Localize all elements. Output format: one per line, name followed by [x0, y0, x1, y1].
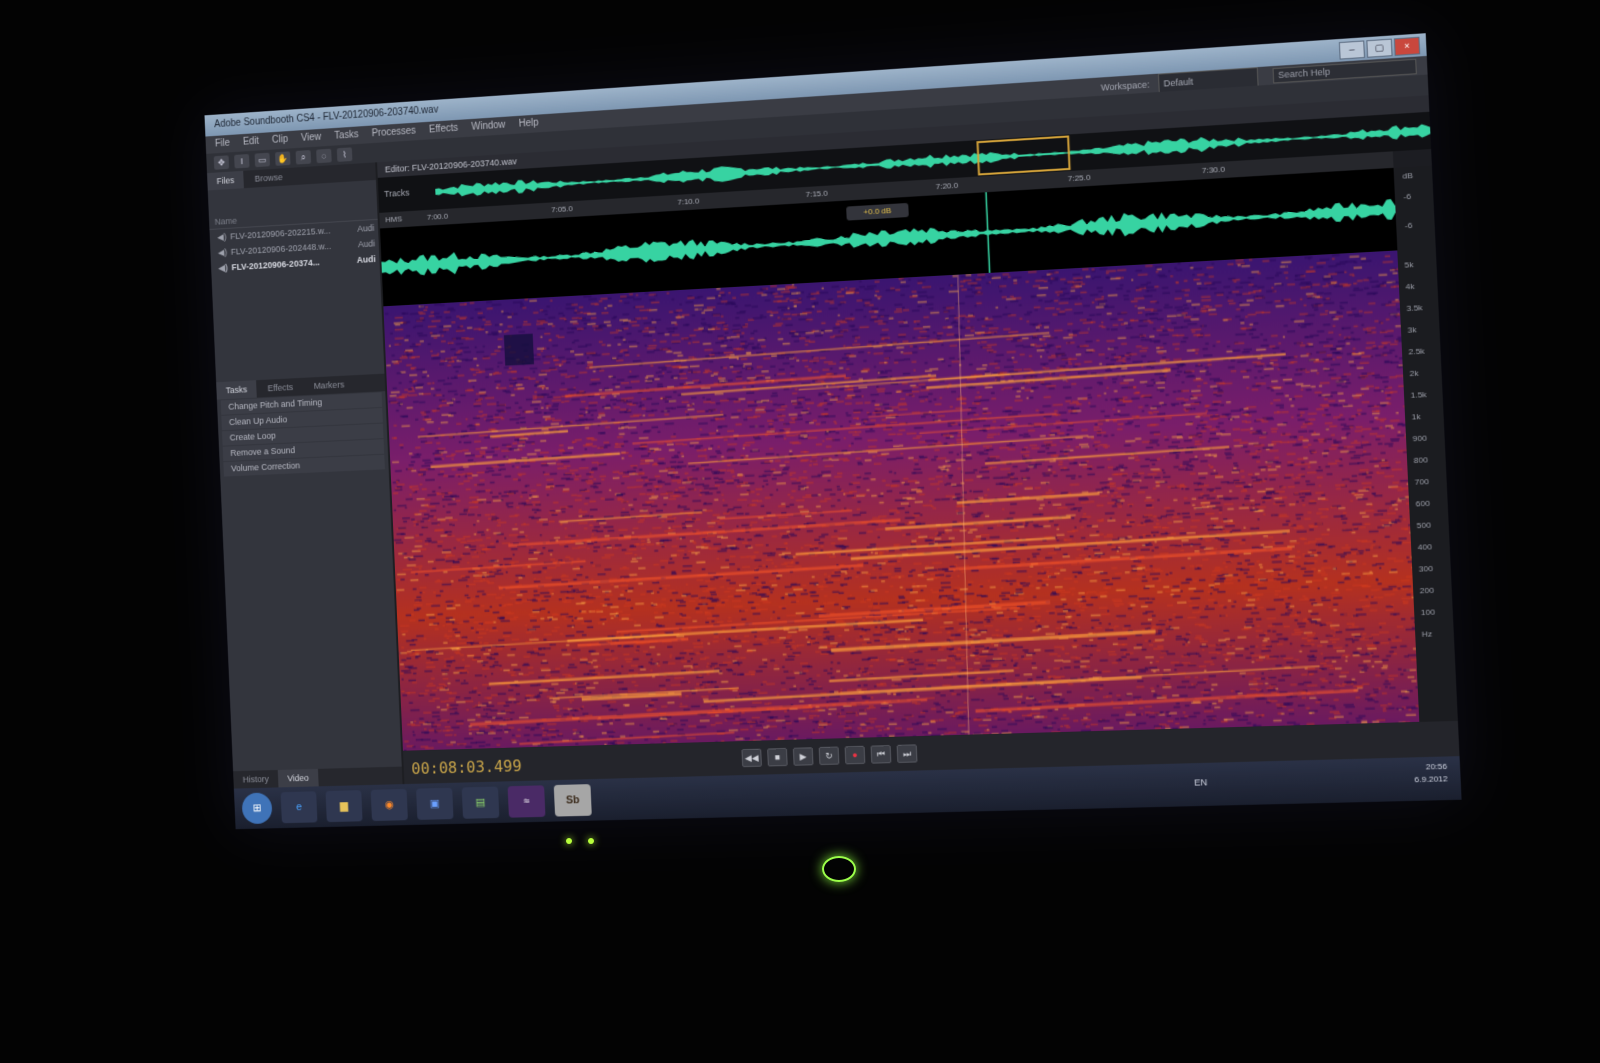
close-button[interactable]: × [1393, 36, 1421, 56]
freq-tick: 400 [1417, 542, 1433, 552]
move-tool-icon[interactable]: ✥ [213, 155, 230, 170]
workspace-label: Workspace: [1100, 79, 1150, 93]
freq-tick: 600 [1415, 498, 1431, 509]
marquee-tool-icon[interactable]: ▭ [254, 152, 271, 168]
internet-explorer-icon[interactable]: e [280, 791, 318, 824]
freq-tick: Hz [1421, 629, 1433, 639]
record-icon[interactable]: ● [844, 745, 866, 765]
freq-tick: 700 [1414, 476, 1430, 487]
freq-tick: 300 [1418, 563, 1434, 574]
tab-markers[interactable]: Markers [304, 375, 354, 395]
tab-effects[interactable]: Effects [258, 378, 303, 398]
hud-value: +0.0 dB [863, 205, 892, 217]
tab-files[interactable]: Files [207, 170, 244, 191]
spectrogram-canvas [383, 250, 1420, 751]
speaker-icon: ◀) [218, 262, 228, 273]
transport-controls: ◀◀ ■ ▶ ↻ ● ⏮ ⏭ [741, 744, 918, 768]
soundbooth-icon[interactable]: Sb [553, 784, 592, 817]
maximize-button[interactable]: ▢ [1366, 38, 1393, 58]
spectral-frequency-display[interactable] [383, 250, 1420, 751]
freq-tick: 500 [1416, 520, 1432, 531]
freq-tick: 800 [1413, 455, 1429, 466]
status-led [566, 838, 572, 844]
skip-back-icon[interactable]: ⏮ [870, 745, 892, 764]
tracks-label: Tracks [383, 187, 410, 199]
folder-icon[interactable]: ▆ [325, 790, 363, 823]
clock-time: 20:56 [1425, 761, 1448, 772]
tab-tasks[interactable]: Tasks [216, 380, 257, 400]
menu-clip[interactable]: Clip [272, 131, 289, 149]
menu-file[interactable]: File [215, 135, 231, 153]
monitor-screen: Adobe Soundbooth CS4 - FLV-20120906-2037… [204, 33, 1462, 830]
hms-label: HMS [385, 214, 403, 225]
db-label: dB [1402, 170, 1414, 181]
time-select-tool-icon[interactable]: I [234, 154, 250, 169]
brush-tool-icon[interactable]: ⌇ [336, 147, 353, 162]
freq-tick: 4k [1405, 281, 1415, 292]
start-orb-icon[interactable]: ⊞ [241, 792, 273, 825]
ruler-tick: 7:30.0 [1201, 164, 1226, 176]
zoom-tool-icon[interactable]: ⌕ [295, 150, 312, 165]
ruler-tick: 7:25.0 [1067, 172, 1091, 184]
status-led [588, 838, 594, 844]
speaker-icon: ◀) [217, 231, 227, 243]
loop-icon[interactable]: ↻ [818, 746, 840, 766]
ruler-tick: 7:10.0 [677, 196, 700, 207]
stop-icon[interactable]: ■ [767, 747, 788, 767]
file-kind: Audi [357, 222, 375, 234]
power-button[interactable] [822, 856, 856, 882]
db-tick: -6 [1403, 191, 1412, 202]
play-icon[interactable]: ▶ [792, 747, 814, 766]
freq-tick: 5k [1404, 259, 1414, 270]
file-kind: Audi [356, 254, 376, 265]
db-tick: -6 [1404, 220, 1413, 231]
floppy-save-icon[interactable]: ▣ [416, 787, 454, 820]
editor-panel: Editor: FLV-20120906-203740.wav Tracks H… [377, 95, 1460, 785]
hand-tool-icon[interactable]: ✋ [275, 151, 291, 166]
lasso-tool-icon[interactable]: ◌ [316, 148, 332, 164]
freq-tick: 1.5k [1410, 389, 1427, 400]
file-name: FLV-20120906-20374... [231, 257, 320, 273]
clock-date: 6.9.2012 [1414, 774, 1448, 785]
app-icon[interactable]: ▤ [461, 786, 500, 819]
freq-tick: 3k [1407, 325, 1417, 335]
timecode-display[interactable]: 00:08:03.499 [411, 756, 522, 778]
freq-tick: 100 [1420, 607, 1436, 618]
ruler-tick: 7:05.0 [551, 204, 573, 215]
rewind-icon[interactable]: ◀◀ [741, 748, 762, 768]
soundbooth-thumb-icon[interactable]: ≈ [507, 785, 546, 818]
freq-tick: 200 [1419, 585, 1435, 596]
menu-help[interactable]: Help [518, 115, 539, 134]
firefox-icon[interactable]: ◉ [370, 788, 408, 822]
freq-tick: 1k [1411, 411, 1421, 422]
files-panel-spacer [212, 267, 385, 383]
menu-window[interactable]: Window [471, 117, 506, 137]
freq-tick: 2k [1409, 368, 1419, 379]
menu-effects[interactable]: Effects [429, 120, 459, 139]
tab-history[interactable]: History [233, 770, 278, 789]
tab-browse[interactable]: Browse [245, 168, 292, 188]
freq-ticks: 5k 4k 3.5k 3k 2.5k 2k 1.5k 1k 900 800 700 600 500 400… [1394, 166, 1435, 639]
file-kind: Audi [357, 238, 376, 250]
language-indicator[interactable]: EN [1194, 777, 1207, 788]
freq-tick: 2.5k [1408, 346, 1425, 357]
skip-forward-icon[interactable]: ⏭ [896, 744, 918, 763]
ruler-tick: 7:20.0 [935, 180, 959, 192]
menu-view[interactable]: View [301, 129, 322, 148]
menu-tasks[interactable]: Tasks [334, 126, 359, 145]
freq-tick: 900 [1412, 433, 1428, 444]
speaker-icon: ◀) [217, 247, 228, 258]
tab-video[interactable]: Video [277, 768, 319, 788]
ruler-tick: 7:15.0 [805, 188, 828, 199]
system-clock[interactable]: 20:56 6.9.2012 [1414, 761, 1448, 787]
ruler-tick: 7:00.0 [426, 211, 449, 222]
left-panel: Files Browse Name ◀) FLV-20120906-202215… [207, 162, 405, 789]
menu-edit[interactable]: Edit [243, 133, 260, 151]
freq-tick: 3.5k [1406, 302, 1423, 314]
minimize-button[interactable]: – [1338, 40, 1366, 60]
